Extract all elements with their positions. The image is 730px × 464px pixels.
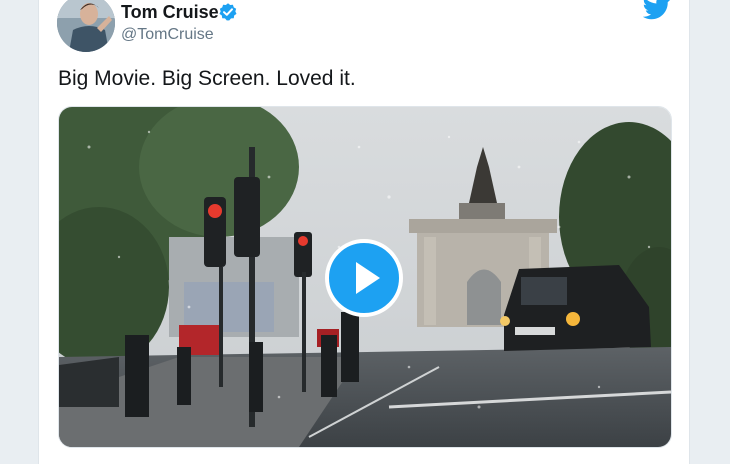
verified-badge-icon <box>219 3 237 21</box>
play-button[interactable] <box>325 239 403 317</box>
avatar-image <box>57 0 115 52</box>
video-player[interactable] <box>58 106 672 448</box>
avatar[interactable] <box>57 0 115 52</box>
twitter-bird-icon[interactable] <box>643 0 671 20</box>
tweet-card: Tom Cruise @TomCruise Big Movie. Big Scr… <box>38 0 690 464</box>
tweet-text: Big Movie. Big Screen. Loved it. <box>58 67 356 90</box>
play-icon <box>356 262 380 294</box>
author-name[interactable]: Tom Cruise <box>121 2 219 23</box>
author-handle[interactable]: @TomCruise <box>121 26 214 44</box>
